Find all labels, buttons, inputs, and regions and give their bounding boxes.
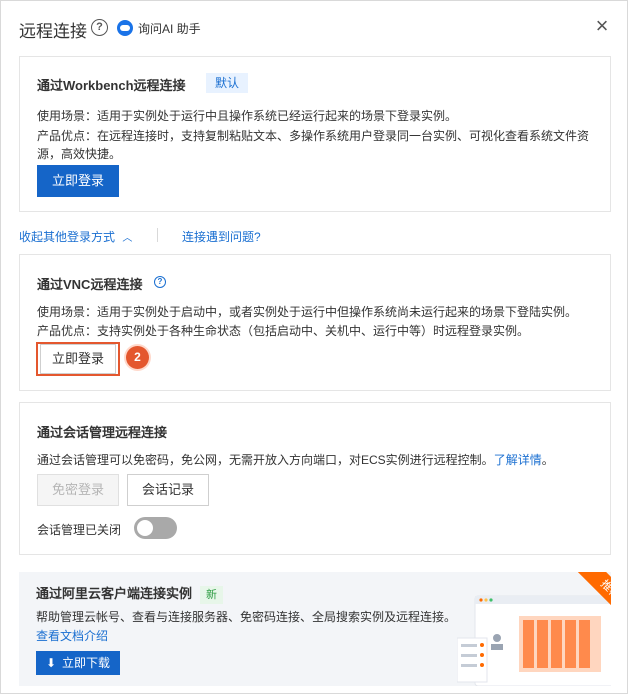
vnc-info-icon[interactable]: ? xyxy=(154,276,166,288)
workbench-title: 通过Workbench远程连接 xyxy=(37,78,186,93)
vnc-title: 通过VNC远程连接 xyxy=(37,277,143,292)
default-badge: 默认 xyxy=(206,73,249,93)
session-title: 通过会话管理远程连接 xyxy=(37,425,168,440)
client-desc: 帮助管理云帐号、查看与连接服务器、免密码连接、全局搜索实例及远程连接。 xyxy=(36,610,457,624)
session-desc-end: 。 xyxy=(541,453,554,467)
session-records-button[interactable]: 会话记录 xyxy=(127,474,209,506)
ai-robot-icon xyxy=(117,20,133,36)
help-icon[interactable]: ? xyxy=(91,19,108,36)
step-badge: 2 xyxy=(126,346,149,369)
session-toggle[interactable] xyxy=(134,517,177,539)
session-desc: 通过会话管理可以免密码，免公网，无需开放入方向端口，对ECS实例进行远程控制。了… xyxy=(37,451,554,468)
workbench-advantage-cont: 源，高效快捷。 xyxy=(37,147,122,161)
session-desc-text: 通过会话管理可以免密码，免公网，无需开放入方向端口，对ECS实例进行远程控制。 xyxy=(37,453,494,467)
passwordless-login-button[interactable]: 免密登录 xyxy=(37,474,119,506)
docs-link[interactable]: 查看文档介绍 xyxy=(36,627,108,644)
connection-problem-link[interactable]: 连接遇到问题? xyxy=(182,228,261,245)
learn-more-link[interactable]: 了解详情 xyxy=(494,453,542,467)
links-divider xyxy=(157,228,158,242)
ask-ai-label: 询问AI 助手 xyxy=(138,21,201,36)
client-promo: 通过阿里云客户端连接实例新 帮助管理云帐号、查看与连接服务器、免密码连接、全局搜… xyxy=(19,572,611,686)
dialog-title: 远程连接 xyxy=(19,22,87,41)
toggle-knob xyxy=(137,520,153,536)
vnc-advantage: 产品优点：支持实例处于各种生命状态（包括启动中、关机中、运行中等）时远程登录实例… xyxy=(37,324,530,338)
ask-ai-assistant[interactable]: 询问AI 助手 xyxy=(117,18,201,38)
vnc-scenario: 使用场景：适用于实例处于启动中，或者实例处于运行中但操作系统尚未运行起来的场景下… xyxy=(37,305,578,319)
client-title: 通过阿里云客户端连接实例新 xyxy=(36,583,224,604)
new-badge: 新 xyxy=(200,586,224,604)
workbench-advantage: 产品优点：在远程连接时，支持复制粘贴文本、多操作系统用户登录同一台实例、可视化查… xyxy=(37,129,590,143)
chevron-up-icon: ︿ xyxy=(122,233,133,244)
close-icon[interactable]: × xyxy=(593,15,611,37)
collapse-link-label: 收起其他登录方式 xyxy=(19,230,116,244)
collapse-other-methods-link[interactable]: 收起其他登录方式 ︿ xyxy=(19,228,132,245)
download-icon: ⬇ xyxy=(45,656,57,670)
highlight-box xyxy=(36,342,120,376)
client-title-text: 通过阿里云客户端连接实例 xyxy=(36,586,193,601)
remote-connection-dialog: 远程连接 ? 询问AI 助手 × 通过Workbench远程连接 默认 使用场景… xyxy=(0,0,628,694)
client-illustration xyxy=(457,595,611,686)
download-button[interactable]: ⬇ 立即下载 xyxy=(36,651,120,675)
download-label: 立即下载 xyxy=(62,656,111,670)
workbench-card: 通过Workbench远程连接 默认 使用场景：适用于实例处于运行中且操作系统已… xyxy=(19,56,611,212)
session-card: 通过会话管理远程连接 通过会话管理可以免密码，免公网，无需开放入方向端口，对EC… xyxy=(19,402,611,555)
dialog-header: 远程连接 ? 询问AI 助手 × xyxy=(1,1,627,55)
session-status-label: 会话管理已关闭 xyxy=(37,523,122,537)
workbench-scenario: 使用场景：适用于实例处于运行中且操作系统已经运行起来的场景下登录实例。 xyxy=(37,109,458,123)
workbench-login-button[interactable]: 立即登录 xyxy=(37,165,119,197)
